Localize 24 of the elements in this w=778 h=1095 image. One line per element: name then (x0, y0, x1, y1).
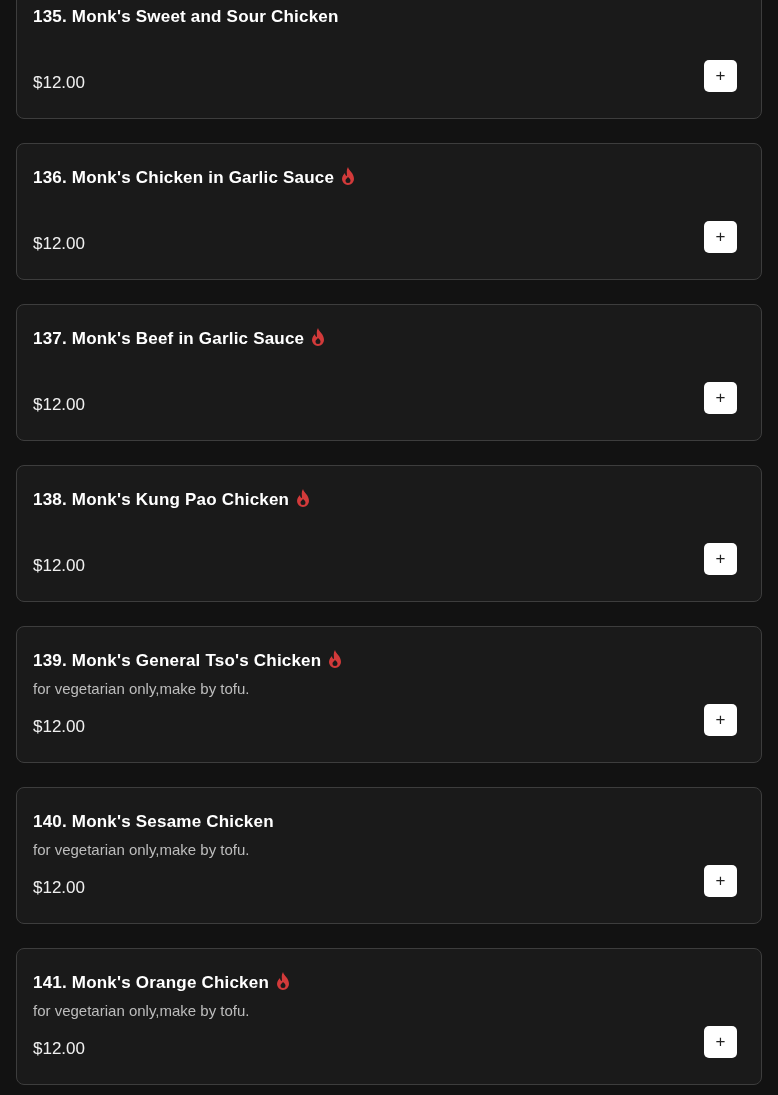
add-button[interactable]: + (704, 1026, 737, 1058)
add-button[interactable]: + (704, 865, 737, 897)
add-button[interactable]: + (704, 60, 737, 92)
dish-title: 140. Monk's Sesame Chicken (33, 812, 274, 831)
add-button[interactable]: + (704, 543, 737, 575)
dish-title: 136. Monk's Chicken in Garlic Sauce (33, 168, 335, 187)
dish-price: $12.00 (33, 394, 85, 416)
dish-title: 137. Monk's Beef in Garlic Sauce (33, 329, 305, 348)
dish-price: $12.00 (33, 555, 85, 577)
dish-title: 141. Monk's Orange Chicken (33, 973, 269, 992)
dish-title: 135. Monk's Sweet and Sour Chicken (33, 7, 339, 26)
dish-description: for vegetarian only,make by tofu. (33, 679, 251, 699)
add-button[interactable]: + (704, 382, 737, 414)
dish-price: $12.00 (33, 877, 85, 899)
dish-price: $12.00 (33, 233, 85, 255)
dish-price: $12.00 (33, 716, 85, 738)
dish-description: for vegetarian only,make by tofu. (33, 1001, 251, 1021)
dish-title: 139. Monk's General Tso's Chicken (33, 651, 322, 670)
add-button[interactable]: + (704, 221, 737, 253)
dish-description: for vegetarian only,make by tofu. (33, 840, 251, 860)
dish-price: $12.00 (33, 72, 85, 94)
dish-price: $12.00 (33, 1038, 85, 1060)
dish-title: 138. Monk's Kung Pao Chicken (33, 490, 290, 509)
add-button[interactable]: + (704, 704, 737, 736)
